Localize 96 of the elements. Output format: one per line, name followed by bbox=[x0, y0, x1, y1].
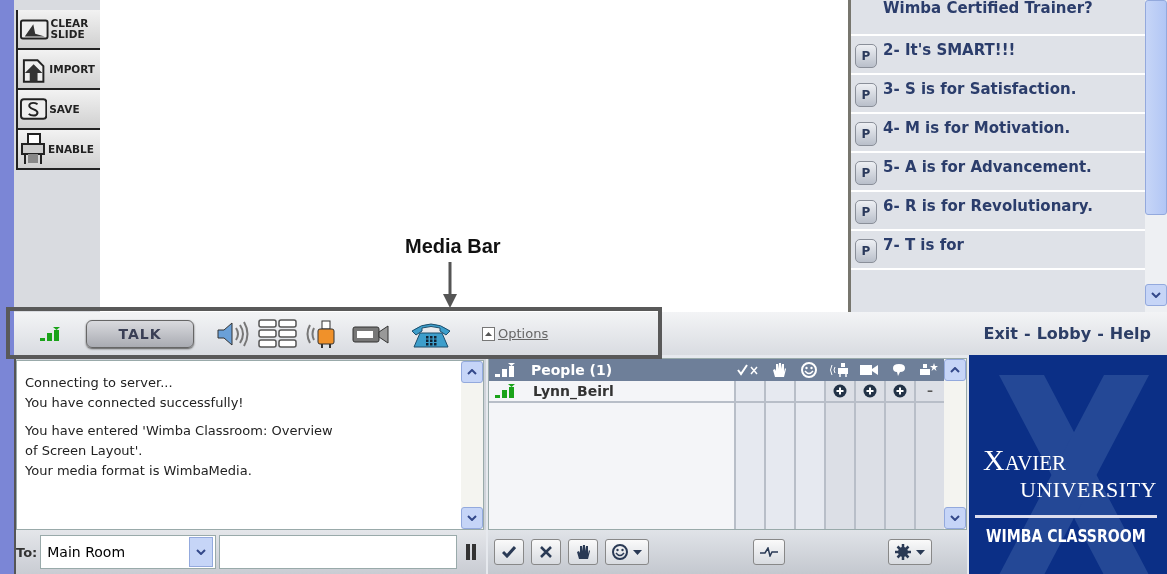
participant-name: Lynn_Beirl bbox=[533, 383, 614, 399]
p-button[interactable]: P bbox=[855, 161, 877, 185]
signal-icon bbox=[495, 363, 517, 377]
participant-row[interactable]: Lynn_Beirl bbox=[489, 381, 734, 403]
hand-icon bbox=[576, 544, 590, 560]
chevron-down-icon bbox=[467, 515, 477, 521]
pulse-icon bbox=[759, 547, 778, 557]
table-cell bbox=[764, 381, 794, 403]
slide-item[interactable]: P 7- T is for bbox=[851, 231, 1145, 270]
chevron-down-icon bbox=[196, 549, 207, 555]
options-link[interactable]: Options bbox=[482, 326, 549, 341]
slide-item[interactable]: P 3- S is for Satisfaction. bbox=[851, 75, 1145, 114]
chat-message: You have connected successfully! bbox=[25, 394, 245, 412]
arrow bbox=[443, 262, 457, 308]
tool-button[interactable]: CLEAR SLIDE bbox=[18, 10, 100, 48]
chat-message: Connecting to server... bbox=[25, 374, 174, 392]
p-button[interactable]: P bbox=[855, 200, 877, 224]
scroll-thumb[interactable] bbox=[1145, 0, 1167, 215]
nav-link[interactable]: Exit bbox=[983, 324, 1018, 343]
p-button[interactable]: P bbox=[855, 122, 877, 146]
slide-title: 6- R is for Revolutionary. bbox=[883, 197, 1094, 216]
smiley-icon bbox=[801, 362, 817, 378]
permission-mark: – bbox=[927, 384, 933, 398]
talk-button[interactable]: TALK bbox=[86, 319, 194, 348]
video-camera-icon bbox=[860, 364, 878, 376]
emoticon-dropdown-button[interactable] bbox=[605, 539, 649, 565]
logo-caption: WIMBA CLASSROOM bbox=[986, 526, 1146, 546]
speech-bubble-icon bbox=[892, 363, 906, 377]
nav-link[interactable]: Help bbox=[1109, 324, 1151, 343]
chevron-up-icon bbox=[467, 369, 477, 375]
recipient-dropdown[interactable]: Main Room bbox=[40, 535, 217, 569]
tool-button[interactable]: ENABLE bbox=[18, 130, 100, 168]
save-icon bbox=[20, 98, 48, 120]
caret-down-icon bbox=[633, 549, 642, 555]
person-star-icon bbox=[919, 363, 939, 377]
raise-hand-button[interactable] bbox=[568, 539, 598, 565]
slide-item[interactable]: P 6- R is for Revolutionary. bbox=[851, 192, 1145, 231]
logo-title: XAVIER bbox=[982, 443, 1067, 477]
audio-setup-button[interactable] bbox=[752, 539, 785, 565]
printer-icon bbox=[20, 133, 46, 165]
slide-title: 5- A is for Advancement. bbox=[883, 158, 1093, 177]
slide-item[interactable]: P 5- A is for Advancement. bbox=[851, 153, 1145, 192]
chevron-down-icon bbox=[950, 515, 960, 521]
caret-down-icon bbox=[916, 549, 925, 555]
scroll-up-button[interactable] bbox=[461, 361, 483, 383]
scroll-down-button[interactable] bbox=[944, 507, 966, 529]
message-input-field[interactable] bbox=[219, 535, 457, 569]
person-broadcast-icon bbox=[829, 363, 849, 377]
logo-subtitle: UNIVERSITY bbox=[1020, 477, 1157, 503]
eraser-icon bbox=[20, 18, 49, 40]
annotation-label: Media Bar bbox=[405, 235, 501, 258]
plus-circle-icon bbox=[893, 384, 907, 398]
chevron-down-icon bbox=[1151, 292, 1161, 298]
chat-message: of Screen Layout'. bbox=[25, 442, 144, 460]
check-icon bbox=[502, 546, 516, 558]
slide-title: Wimba Certified Trainer? bbox=[883, 0, 1094, 18]
chat-message: You have entered 'Wimba Classroom: Overview bbox=[25, 422, 334, 440]
plus-circle-icon bbox=[833, 384, 847, 398]
slide-item[interactable]: P 4- M is for Motivation. bbox=[851, 114, 1145, 153]
p-button[interactable]: P bbox=[855, 239, 877, 263]
people-title: People (1) bbox=[531, 362, 613, 378]
scroll-down-button[interactable] bbox=[1145, 284, 1167, 306]
slide-title: 7- T is for bbox=[883, 236, 965, 255]
column-header[interactable] bbox=[914, 359, 944, 381]
signal-icon bbox=[495, 384, 517, 398]
tool-button[interactable]: IMPORT bbox=[18, 50, 100, 88]
slide-item[interactable]: P 2- It's SMART!!! bbox=[851, 36, 1145, 75]
p-button[interactable]: P bbox=[855, 83, 877, 107]
layout-grid-icon[interactable] bbox=[258, 318, 298, 349]
slide-title: 2- It's SMART!!! bbox=[883, 41, 1017, 60]
p-button[interactable]: P bbox=[855, 44, 877, 68]
approve-button[interactable] bbox=[494, 539, 524, 565]
pause-icon bbox=[466, 544, 476, 560]
video-camera-icon[interactable] bbox=[352, 322, 390, 345]
link-separator: - bbox=[1024, 324, 1031, 343]
to-label: To: bbox=[16, 544, 38, 560]
settings-dropdown-button[interactable] bbox=[888, 539, 932, 565]
slide-title: 3- S is for Satisfaction. bbox=[883, 80, 1078, 99]
slide-title: 4- M is for Motivation. bbox=[883, 119, 1072, 138]
settings-icon bbox=[895, 544, 911, 560]
nav-link[interactable]: Lobby bbox=[1036, 324, 1092, 343]
tool-button[interactable]: SAVE bbox=[18, 90, 100, 128]
link-separator: - bbox=[1097, 324, 1104, 343]
chevron-up-icon bbox=[950, 367, 960, 373]
signal-icon bbox=[40, 326, 62, 341]
plus-circle-icon bbox=[863, 384, 877, 398]
close-icon bbox=[540, 546, 552, 558]
scroll-down-button[interactable] bbox=[461, 507, 483, 529]
smiley-icon bbox=[612, 544, 628, 560]
chat-message: Your media format is WimbaMedia. bbox=[25, 462, 253, 480]
caret-up-icon bbox=[482, 326, 495, 341]
scroll-up-button[interactable] bbox=[944, 359, 966, 381]
table-cell bbox=[734, 381, 764, 403]
deny-button[interactable] bbox=[531, 539, 561, 565]
hand-icon bbox=[772, 362, 786, 378]
check-cross-icon bbox=[737, 364, 761, 376]
